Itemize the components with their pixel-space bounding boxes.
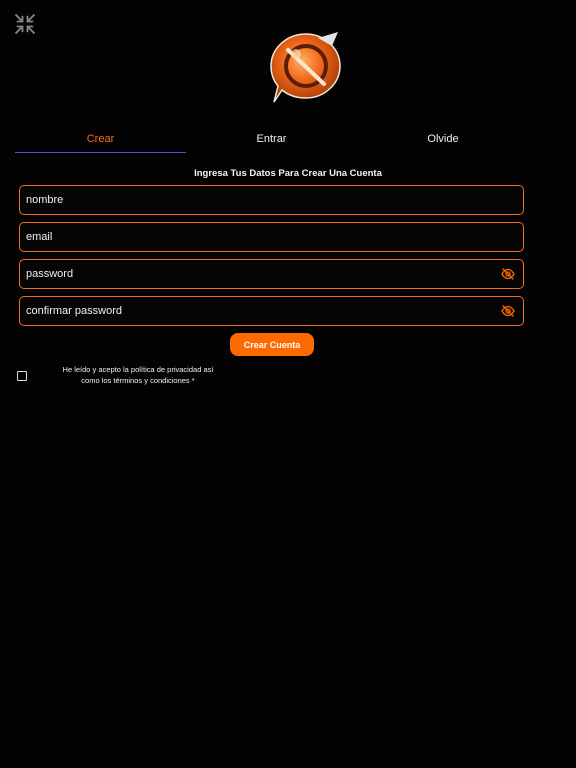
confirm-password-field-wrapper	[19, 296, 524, 326]
email-input[interactable]	[20, 223, 523, 251]
form-heading: Ingresa Tus Datos Para Crear Una Cuenta	[194, 168, 382, 179]
eye-off-icon[interactable]	[497, 263, 519, 285]
nombre-field-wrapper	[19, 185, 524, 215]
app-logo	[266, 28, 346, 106]
collapse-arrows-icon[interactable]	[14, 13, 36, 35]
create-account-screen: Crear Entrar Olvide Ingresa Tus Datos Pa…	[0, 0, 576, 768]
password-input[interactable]	[20, 260, 497, 288]
email-field-wrapper	[19, 222, 524, 252]
tab-olvide[interactable]: Olvide	[357, 127, 529, 153]
password-field-wrapper	[19, 259, 524, 289]
tab-crear[interactable]: Crear	[15, 127, 186, 153]
crear-cuenta-button[interactable]: Crear Cuenta	[230, 333, 314, 356]
auth-tabs: Crear Entrar Olvide	[15, 127, 529, 153]
terms-text: He leído y acepto la política de privaci…	[48, 365, 228, 386]
nombre-input[interactable]	[20, 186, 523, 214]
terms-text-line1: He leído y acepto la política de privaci…	[62, 365, 214, 374]
terms-checkbox[interactable]	[17, 371, 27, 381]
confirm-password-input[interactable]	[20, 297, 497, 325]
eye-off-icon[interactable]	[497, 300, 519, 322]
tab-entrar[interactable]: Entrar	[186, 127, 357, 153]
terms-text-line2: como los términos y condiciones *	[81, 375, 195, 385]
